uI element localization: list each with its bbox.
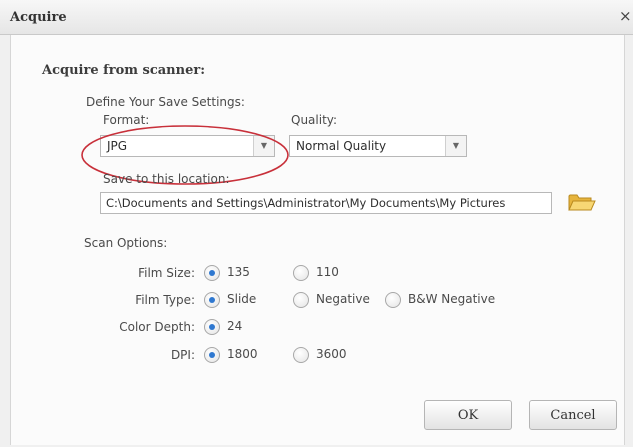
- save-settings-title: Define Your Save Settings:: [86, 95, 245, 109]
- chevron-down-icon[interactable]: ▼: [253, 136, 274, 156]
- location-label: Save to this location:: [103, 172, 230, 186]
- film-size-110-label: 110: [316, 265, 339, 279]
- cancel-button[interactable]: Cancel: [529, 400, 617, 430]
- film-type-label: Film Type:: [135, 293, 195, 307]
- radio-checked[interactable]: [204, 265, 220, 281]
- film-type-negative-label: Negative: [316, 292, 370, 306]
- format-label: Format:: [103, 113, 150, 127]
- radio-checked[interactable]: [204, 292, 220, 308]
- color-depth-label: Color Depth:: [119, 320, 195, 334]
- color-depth-24-label: 24: [227, 319, 243, 333]
- radio-unchecked[interactable]: [293, 265, 309, 281]
- radio-unchecked[interactable]: [385, 292, 401, 308]
- dpi-label: DPI:: [170, 348, 195, 362]
- location-input[interactable]: [100, 192, 552, 214]
- film-size-label: Film Size:: [138, 266, 195, 280]
- ok-button[interactable]: OK: [424, 400, 512, 430]
- title-bar: Acquire ×: [0, 0, 633, 35]
- dpi-3600-label: 3600: [316, 347, 347, 361]
- scan-options-title: Scan Options:: [84, 236, 168, 250]
- close-icon[interactable]: ×: [619, 8, 633, 24]
- format-value: JPG: [107, 139, 128, 153]
- radio-unchecked[interactable]: [293, 292, 309, 308]
- radio-checked[interactable]: [204, 319, 220, 335]
- folder-open-icon[interactable]: [567, 190, 597, 214]
- chevron-down-icon[interactable]: ▼: [445, 136, 466, 156]
- quality-select[interactable]: Normal Quality ▼: [289, 135, 467, 157]
- film-size-135-label: 135: [227, 265, 250, 279]
- radio-checked[interactable]: [204, 347, 220, 363]
- window-title: Acquire: [10, 10, 67, 25]
- section-title: Acquire from scanner:: [42, 63, 206, 78]
- format-select[interactable]: JPG ▼: [100, 135, 275, 157]
- dpi-1800-label: 1800: [227, 347, 258, 361]
- film-type-slide-label: Slide: [227, 292, 257, 306]
- quality-label: Quality:: [291, 113, 338, 127]
- radio-unchecked[interactable]: [293, 347, 309, 363]
- quality-value: Normal Quality: [296, 139, 387, 153]
- film-type-bw-negative-label: B&W Negative: [408, 292, 496, 306]
